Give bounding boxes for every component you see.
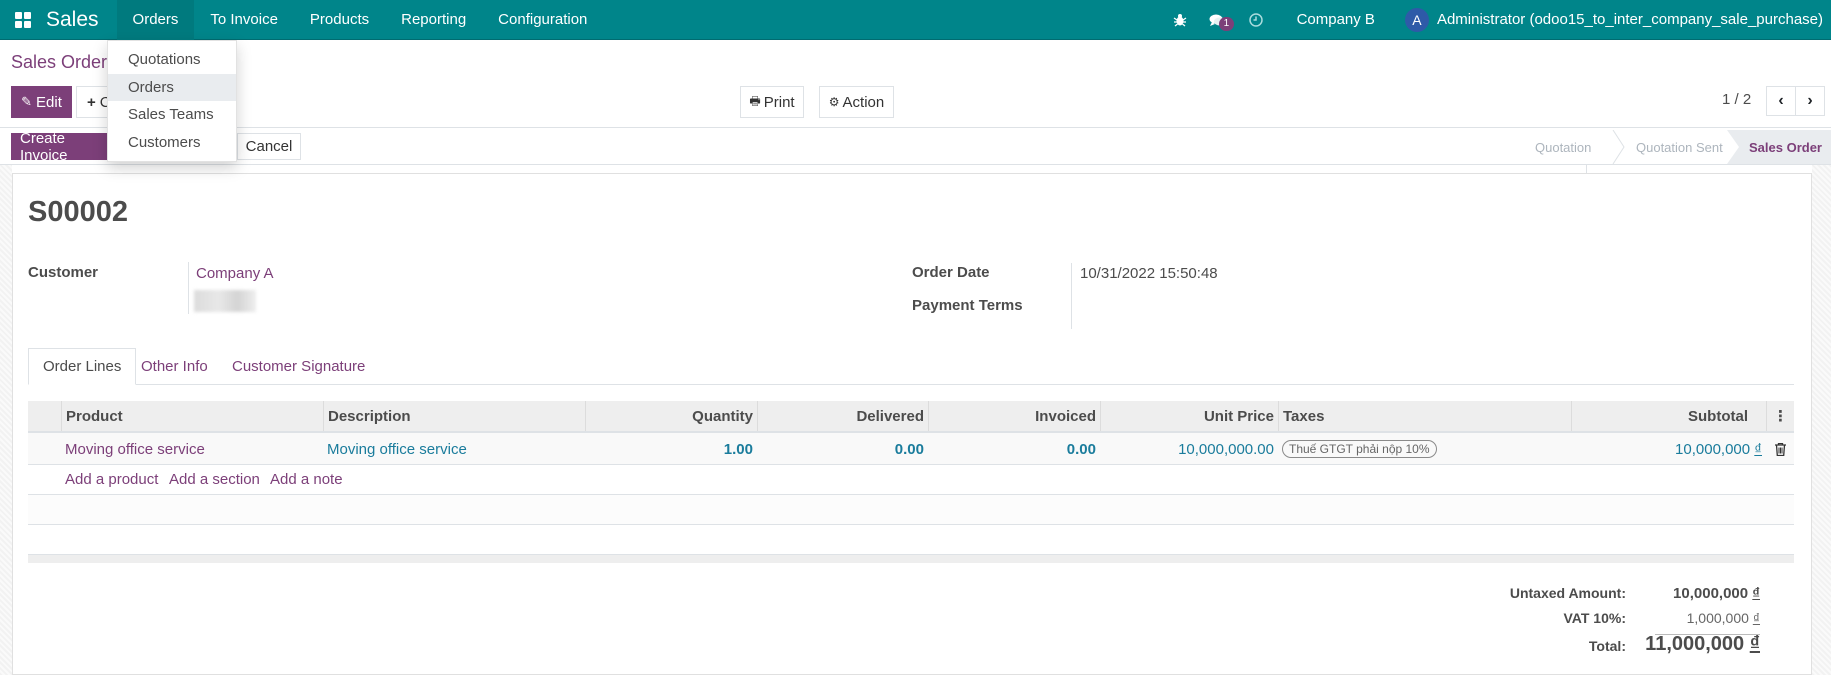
menu-products[interactable]: Products <box>294 0 385 40</box>
add-product-link[interactable]: Add a product <box>65 471 158 488</box>
menu-configuration[interactable]: Configuration <box>482 0 603 40</box>
menu-to-invoice[interactable]: To Invoice <box>194 0 294 40</box>
table-row[interactable]: Moving office service Moving office serv… <box>28 433 1794 465</box>
create-invoice-button[interactable]: Create Invoice <box>11 130 111 164</box>
clock-icon[interactable] <box>1237 12 1275 27</box>
cancel-button[interactable]: Cancel <box>237 133 301 160</box>
tax-tag: Thuế GTGT phải nộp 10% <box>1282 440 1437 458</box>
plus-icon: + <box>87 93 96 111</box>
empty-row <box>28 495 1794 525</box>
vat-value: 1,000,000 ₫ <box>1686 610 1760 626</box>
column-subtotal[interactable]: Subtotal <box>1571 401 1766 431</box>
customer-label: Customer <box>28 264 99 281</box>
status-quotation-sent[interactable]: Quotation Sent <box>1636 130 1723 164</box>
order-date-label: Order Date <box>912 264 990 281</box>
menu-orders[interactable]: Orders <box>116 0 195 40</box>
dropdown-item-orders[interactable]: Orders <box>108 73 236 101</box>
chat-badge: 1 <box>1218 16 1235 31</box>
order-lines-header: Product Description Quantity Delivered I… <box>28 401 1794 433</box>
field-divider <box>188 262 189 314</box>
line-product[interactable]: Moving office service <box>61 433 323 465</box>
line-delivered[interactable]: 0.00 <box>757 433 928 465</box>
action-button[interactable]: ⚙ Action <box>819 86 894 118</box>
pager-previous-button[interactable]: ‹ <box>1766 86 1796 116</box>
control-panel-divider <box>0 127 1831 128</box>
column-invoiced[interactable]: Invoiced <box>928 401 1100 431</box>
line-subtotal: 10,000,000 ₫ <box>1675 440 1762 458</box>
company-switcher[interactable]: Company B <box>1275 11 1405 28</box>
status-separator <box>1612 130 1625 164</box>
delete-line-button[interactable] <box>1766 433 1794 465</box>
optional-columns-toggle[interactable]: ⋮ <box>1766 401 1794 431</box>
trash-icon <box>1774 442 1786 456</box>
status-quotation[interactable]: Quotation <box>1535 130 1591 164</box>
status-sales-order[interactable]: Sales Order <box>1727 130 1831 164</box>
column-taxes[interactable]: Taxes <box>1278 401 1571 431</box>
bug-icon[interactable] <box>1161 13 1199 27</box>
avatar[interactable]: A <box>1404 7 1429 32</box>
add-note-link[interactable]: Add a note <box>270 471 343 488</box>
column-product[interactable]: Product <box>61 401 323 431</box>
pager-value[interactable]: 1 / 2 <box>1722 91 1751 108</box>
line-quantity[interactable]: 1.00 <box>585 433 757 465</box>
column-delivered[interactable]: Delivered <box>757 401 928 431</box>
order-date-value: 10/31/2022 15:50:48 <box>1080 265 1218 282</box>
field-divider <box>1071 263 1072 329</box>
chat-icon[interactable]: 1 <box>1199 13 1237 31</box>
gear-icon: ⚙ <box>828 95 840 109</box>
customer-address-redacted <box>194 290 256 312</box>
tab-customer-signature[interactable]: Customer Signature <box>218 348 379 385</box>
empty-row <box>28 525 1794 555</box>
menu-reporting[interactable]: Reporting <box>385 0 482 40</box>
line-taxes[interactable]: Thuế GTGT phải nộp 10% <box>1278 433 1571 465</box>
kebab-menu-icon: ⋮ <box>1773 408 1788 425</box>
apps-grid-icon[interactable] <box>0 0 46 40</box>
column-quantity[interactable]: Quantity <box>585 401 757 431</box>
line-unit-price[interactable]: 10,000,000.00 <box>1100 433 1278 465</box>
handle-column <box>28 401 61 431</box>
order-reference: S00002 <box>28 196 128 228</box>
tab-other-info[interactable]: Other Info <box>127 348 222 385</box>
statusbar-divider <box>0 164 1831 165</box>
chevron-right-icon: › <box>1807 92 1813 109</box>
chevron-left-icon: ‹ <box>1778 92 1784 109</box>
pager-next-button[interactable]: › <box>1795 86 1825 116</box>
customer-link[interactable]: Company A <box>196 265 274 282</box>
orders-dropdown-menu: Quotations Orders Sales Teams Customers <box>107 40 237 162</box>
edit-button[interactable]: ✎ Edit <box>11 86 72 118</box>
sheet-background-left <box>0 165 12 675</box>
pencil-icon: ✎ <box>21 94 33 109</box>
total-value: 11,000,000 ₫ <box>1645 633 1760 655</box>
add-section-link[interactable]: Add a section <box>169 471 260 488</box>
print-button[interactable]: 🖶 Print <box>740 86 804 118</box>
line-invoiced: 0.00 <box>1066 440 1096 458</box>
app-name[interactable]: Sales <box>46 8 117 32</box>
top-navbar: Sales Orders To Invoice Products Reporti… <box>0 0 1831 40</box>
printer-icon: 🖶 <box>749 93 761 108</box>
payment-terms-label: Payment Terms <box>912 297 1023 314</box>
sheet-background-right <box>1812 165 1831 675</box>
column-unit-price[interactable]: Unit Price <box>1100 401 1278 431</box>
breadcrumb[interactable]: Sales Orders <box>11 52 116 73</box>
user-menu[interactable]: Administrator (odoo15_to_inter_company_s… <box>1437 11 1823 28</box>
sheet-header-divider <box>1586 165 1587 173</box>
line-description[interactable]: Moving office service <box>323 433 585 465</box>
add-line-row: Add a product Add a section Add a note <box>28 465 1794 495</box>
dropdown-item-quotations[interactable]: Quotations <box>108 46 236 74</box>
dropdown-item-sales-teams[interactable]: Sales Teams <box>108 101 236 129</box>
dropdown-item-customers[interactable]: Customers <box>108 129 236 157</box>
untaxed-amount-value: 10,000,000 ₫ <box>1673 585 1760 602</box>
tab-order-lines[interactable]: Order Lines <box>28 348 137 385</box>
table-footer <box>28 555 1794 563</box>
column-description[interactable]: Description <box>323 401 585 431</box>
